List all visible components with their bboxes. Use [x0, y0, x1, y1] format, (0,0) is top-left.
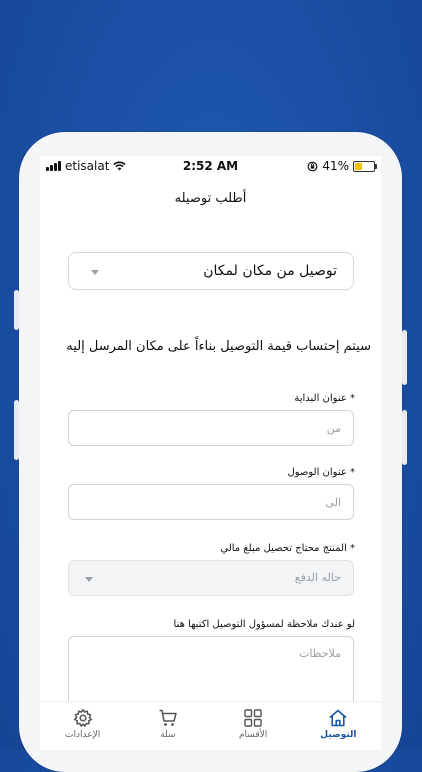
battery-icon	[353, 160, 377, 172]
chevron-down-icon	[85, 577, 93, 582]
tab-cart[interactable]: سلة	[125, 702, 210, 750]
tab-settings[interactable]: الإعدادات	[40, 702, 125, 750]
payment-status-placeholder: حاله الدفع	[294, 571, 341, 584]
bottom-tab-bar: الإعدادات سلة الأقسام التوصيل	[40, 701, 381, 750]
tab-categories-label: الأقسام	[238, 730, 268, 740]
page-title: أطلب توصيله	[174, 191, 247, 206]
delivery-type-select[interactable]: توصيل من مكان لمكان	[68, 252, 354, 290]
start-address-label: * عنوان البداية	[294, 393, 355, 404]
tab-delivery-label: التوصيل	[320, 730, 357, 740]
notes-label: لو عندك ملاحظة لمسؤول التوصيل اكتبها هنا	[173, 619, 356, 630]
phone-side-button-left-lower	[14, 400, 19, 460]
tab-cart-label: سلة	[160, 730, 176, 740]
battery-percent: 41%	[322, 159, 349, 173]
start-address-input[interactable]	[68, 410, 354, 446]
app-screen: etisalat 2:52 AM 41% أطلب توصيله توصيل م…	[40, 156, 381, 750]
gear-icon	[73, 708, 92, 728]
payment-status-select[interactable]: حاله الدفع	[68, 560, 354, 596]
delivery-info-text: سيتم إحتساب قيمة التوصيل بناءاً على مكان…	[66, 339, 371, 354]
payment-label: * المنتج محتاج تحصيل مبلغ مالي	[220, 543, 355, 554]
arrival-address-label: * عنوان الوصول	[287, 467, 355, 478]
status-bar: etisalat 2:52 AM 41%	[40, 156, 381, 176]
delivery-type-value: توصيل من مكان لمكان	[203, 263, 337, 279]
home-icon	[329, 709, 347, 727]
status-right: 41%	[307, 159, 377, 173]
orientation-lock-icon	[307, 161, 318, 171]
grid-icon	[244, 709, 262, 727]
tab-delivery[interactable]: التوصيل	[296, 702, 381, 750]
cart-icon	[159, 709, 177, 726]
tab-categories[interactable]: الأقسام	[211, 702, 296, 750]
phone-side-button-right	[402, 330, 407, 385]
tab-settings-label: الإعدادات	[65, 730, 101, 740]
arrival-address-input[interactable]	[68, 484, 354, 520]
phone-side-button-right-lower	[402, 410, 407, 465]
chevron-down-icon	[91, 270, 99, 275]
phone-side-button-left	[14, 290, 19, 330]
